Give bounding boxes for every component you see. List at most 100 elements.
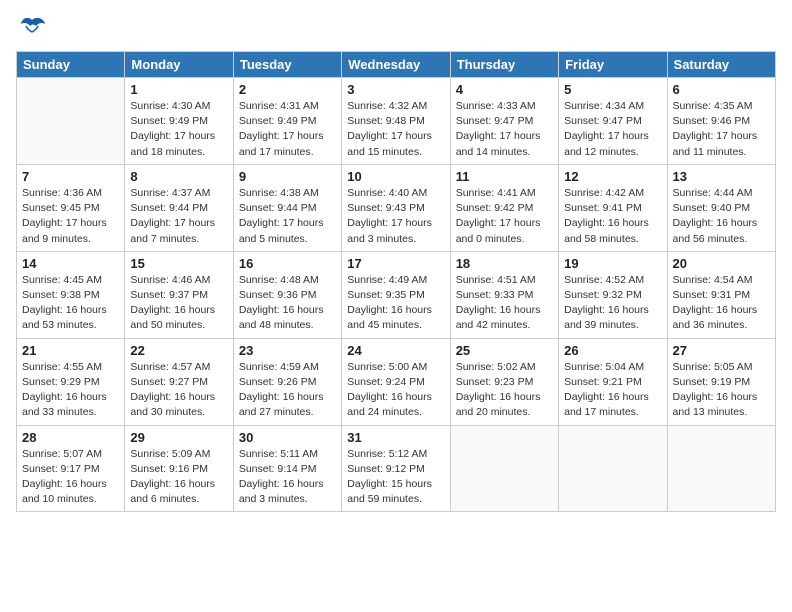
logo-bird-icon <box>18 16 46 38</box>
calendar-cell: 6Sunrise: 4:35 AM Sunset: 9:46 PM Daylig… <box>667 78 775 165</box>
day-number: 9 <box>239 169 336 184</box>
calendar-cell: 19 Sunrise: 4:52 AM Sunset: 9:32 PM Dayli… <box>559 251 667 338</box>
day-number: 19 <box>564 256 661 271</box>
day-number: 13 <box>673 169 770 184</box>
calendar-cell: 8Sunrise: 4:37 AM Sunset: 9:44 PM Daylig… <box>125 164 233 251</box>
day-info: Sunrise: 4:33 AM Sunset: 9:47 PM Dayligh… <box>456 99 553 160</box>
calendar-cell: 24Sunrise: 5:00 AM Sunset: 9:24 PM Dayli… <box>342 338 450 425</box>
day-number: 3 <box>347 82 444 97</box>
day-info: Sunrise: 4:49 AM Sunset: 9:35 PM Dayligh… <box>347 273 444 334</box>
calendar-cell: 7 Sunrise: 4:36 AM Sunset: 9:45 PM Daylig… <box>17 164 125 251</box>
day-info: Sunrise: 5:04 AM Sunset: 9:21 PM Dayligh… <box>564 360 661 421</box>
calendar-week-row: 7 Sunrise: 4:36 AM Sunset: 9:45 PM Daylig… <box>17 164 776 251</box>
day-info: Sunrise: 4:41 AM Sunset: 9:42 PM Dayligh… <box>456 186 553 247</box>
day-info: Sunrise: 4:46 AM Sunset: 9:37 PM Dayligh… <box>130 273 227 334</box>
day-info: Sunrise: 5:05 AM Sunset: 9:19 PM Dayligh… <box>673 360 770 421</box>
day-info: Sunrise: 5:00 AM Sunset: 9:24 PM Dayligh… <box>347 360 444 421</box>
day-number: 31 <box>347 430 444 445</box>
day-info: Sunrise: 4:51 AM Sunset: 9:33 PM Dayligh… <box>456 273 553 334</box>
day-info: Sunrise: 5:09 AM Sunset: 9:16 PM Dayligh… <box>130 447 227 508</box>
weekday-header-friday: Friday <box>559 52 667 78</box>
calendar-cell: 5 Sunrise: 4:34 AM Sunset: 9:47 PM Daylig… <box>559 78 667 165</box>
day-info: Sunrise: 4:32 AM Sunset: 9:48 PM Dayligh… <box>347 99 444 160</box>
calendar-cell: 31 Sunrise: 5:12 AM Sunset: 9:12 PM Dayli… <box>342 425 450 512</box>
day-info: Sunrise: 5:11 AM Sunset: 9:14 PM Dayligh… <box>239 447 336 508</box>
day-info: Sunrise: 4:30 AM Sunset: 9:49 PM Dayligh… <box>130 99 227 160</box>
calendar-cell: 18 Sunrise: 4:51 AM Sunset: 9:33 PM Dayli… <box>450 251 558 338</box>
day-number: 30 <box>239 430 336 445</box>
calendar-cell: 15 Sunrise: 4:46 AM Sunset: 9:37 PM Dayli… <box>125 251 233 338</box>
day-number: 28 <box>22 430 119 445</box>
calendar-week-row: 21 Sunrise: 4:55 AM Sunset: 9:29 PM Dayli… <box>17 338 776 425</box>
weekday-header-monday: Monday <box>125 52 233 78</box>
weekday-header-thursday: Thursday <box>450 52 558 78</box>
calendar-cell: 23Sunrise: 4:59 AM Sunset: 9:26 PM Dayli… <box>233 338 341 425</box>
page-header <box>16 16 776 43</box>
logo <box>16 16 48 43</box>
calendar-cell: 3 Sunrise: 4:32 AM Sunset: 9:48 PM Daylig… <box>342 78 450 165</box>
calendar-cell <box>450 425 558 512</box>
day-number: 10 <box>347 169 444 184</box>
calendar-cell: 22 Sunrise: 4:57 AM Sunset: 9:27 PM Dayli… <box>125 338 233 425</box>
day-number: 18 <box>456 256 553 271</box>
calendar-header-row: SundayMondayTuesdayWednesdayThursdayFrid… <box>17 52 776 78</box>
day-number: 27 <box>673 343 770 358</box>
day-info: Sunrise: 4:40 AM Sunset: 9:43 PM Dayligh… <box>347 186 444 247</box>
calendar-cell: 30 Sunrise: 5:11 AM Sunset: 9:14 PM Dayli… <box>233 425 341 512</box>
calendar-week-row: 1 Sunrise: 4:30 AM Sunset: 9:49 PM Daylig… <box>17 78 776 165</box>
calendar-cell: 4Sunrise: 4:33 AM Sunset: 9:47 PM Daylig… <box>450 78 558 165</box>
day-number: 11 <box>456 169 553 184</box>
day-number: 1 <box>130 82 227 97</box>
calendar-cell: 10 Sunrise: 4:40 AM Sunset: 9:43 PM Dayli… <box>342 164 450 251</box>
calendar-cell: 20 Sunrise: 4:54 AM Sunset: 9:31 PM Dayli… <box>667 251 775 338</box>
day-number: 12 <box>564 169 661 184</box>
day-info: Sunrise: 4:57 AM Sunset: 9:27 PM Dayligh… <box>130 360 227 421</box>
day-number: 25 <box>456 343 553 358</box>
day-info: Sunrise: 4:54 AM Sunset: 9:31 PM Dayligh… <box>673 273 770 334</box>
day-number: 29 <box>130 430 227 445</box>
calendar-cell <box>17 78 125 165</box>
day-info: Sunrise: 4:48 AM Sunset: 9:36 PM Dayligh… <box>239 273 336 334</box>
day-info: Sunrise: 4:38 AM Sunset: 9:44 PM Dayligh… <box>239 186 336 247</box>
weekday-header-saturday: Saturday <box>667 52 775 78</box>
day-number: 20 <box>673 256 770 271</box>
calendar-week-row: 28 Sunrise: 5:07 AM Sunset: 9:17 PM Dayli… <box>17 425 776 512</box>
calendar-cell: 26 Sunrise: 5:04 AM Sunset: 9:21 PM Dayli… <box>559 338 667 425</box>
day-number: 14 <box>22 256 119 271</box>
calendar-cell: 29 Sunrise: 5:09 AM Sunset: 9:16 PM Dayli… <box>125 425 233 512</box>
day-number: 2 <box>239 82 336 97</box>
day-info: Sunrise: 4:44 AM Sunset: 9:40 PM Dayligh… <box>673 186 770 247</box>
day-info: Sunrise: 5:12 AM Sunset: 9:12 PM Dayligh… <box>347 447 444 508</box>
day-number: 8 <box>130 169 227 184</box>
calendar-cell <box>559 425 667 512</box>
calendar-cell: 12Sunrise: 4:42 AM Sunset: 9:41 PM Dayli… <box>559 164 667 251</box>
calendar-cell: 9 Sunrise: 4:38 AM Sunset: 9:44 PM Daylig… <box>233 164 341 251</box>
day-number: 7 <box>22 169 119 184</box>
day-number: 23 <box>239 343 336 358</box>
day-info: Sunrise: 4:31 AM Sunset: 9:49 PM Dayligh… <box>239 99 336 160</box>
calendar-table: SundayMondayTuesdayWednesdayThursdayFrid… <box>16 51 776 512</box>
day-info: Sunrise: 4:34 AM Sunset: 9:47 PM Dayligh… <box>564 99 661 160</box>
weekday-header-tuesday: Tuesday <box>233 52 341 78</box>
day-number: 5 <box>564 82 661 97</box>
day-info: Sunrise: 4:55 AM Sunset: 9:29 PM Dayligh… <box>22 360 119 421</box>
day-number: 21 <box>22 343 119 358</box>
calendar-cell: 1 Sunrise: 4:30 AM Sunset: 9:49 PM Daylig… <box>125 78 233 165</box>
calendar-cell: 2 Sunrise: 4:31 AM Sunset: 9:49 PM Daylig… <box>233 78 341 165</box>
day-number: 26 <box>564 343 661 358</box>
day-info: Sunrise: 4:45 AM Sunset: 9:38 PM Dayligh… <box>22 273 119 334</box>
day-number: 17 <box>347 256 444 271</box>
calendar-cell: 13 Sunrise: 4:44 AM Sunset: 9:40 PM Dayli… <box>667 164 775 251</box>
calendar-cell <box>667 425 775 512</box>
calendar-cell: 17 Sunrise: 4:49 AM Sunset: 9:35 PM Dayli… <box>342 251 450 338</box>
day-number: 22 <box>130 343 227 358</box>
day-info: Sunrise: 4:52 AM Sunset: 9:32 PM Dayligh… <box>564 273 661 334</box>
day-number: 15 <box>130 256 227 271</box>
day-info: Sunrise: 4:36 AM Sunset: 9:45 PM Dayligh… <box>22 186 119 247</box>
day-info: Sunrise: 5:07 AM Sunset: 9:17 PM Dayligh… <box>22 447 119 508</box>
calendar-cell: 25Sunrise: 5:02 AM Sunset: 9:23 PM Dayli… <box>450 338 558 425</box>
calendar-cell: 11 Sunrise: 4:41 AM Sunset: 9:42 PM Dayli… <box>450 164 558 251</box>
calendar-cell: 16Sunrise: 4:48 AM Sunset: 9:36 PM Dayli… <box>233 251 341 338</box>
day-number: 6 <box>673 82 770 97</box>
calendar-cell: 14 Sunrise: 4:45 AM Sunset: 9:38 PM Dayli… <box>17 251 125 338</box>
